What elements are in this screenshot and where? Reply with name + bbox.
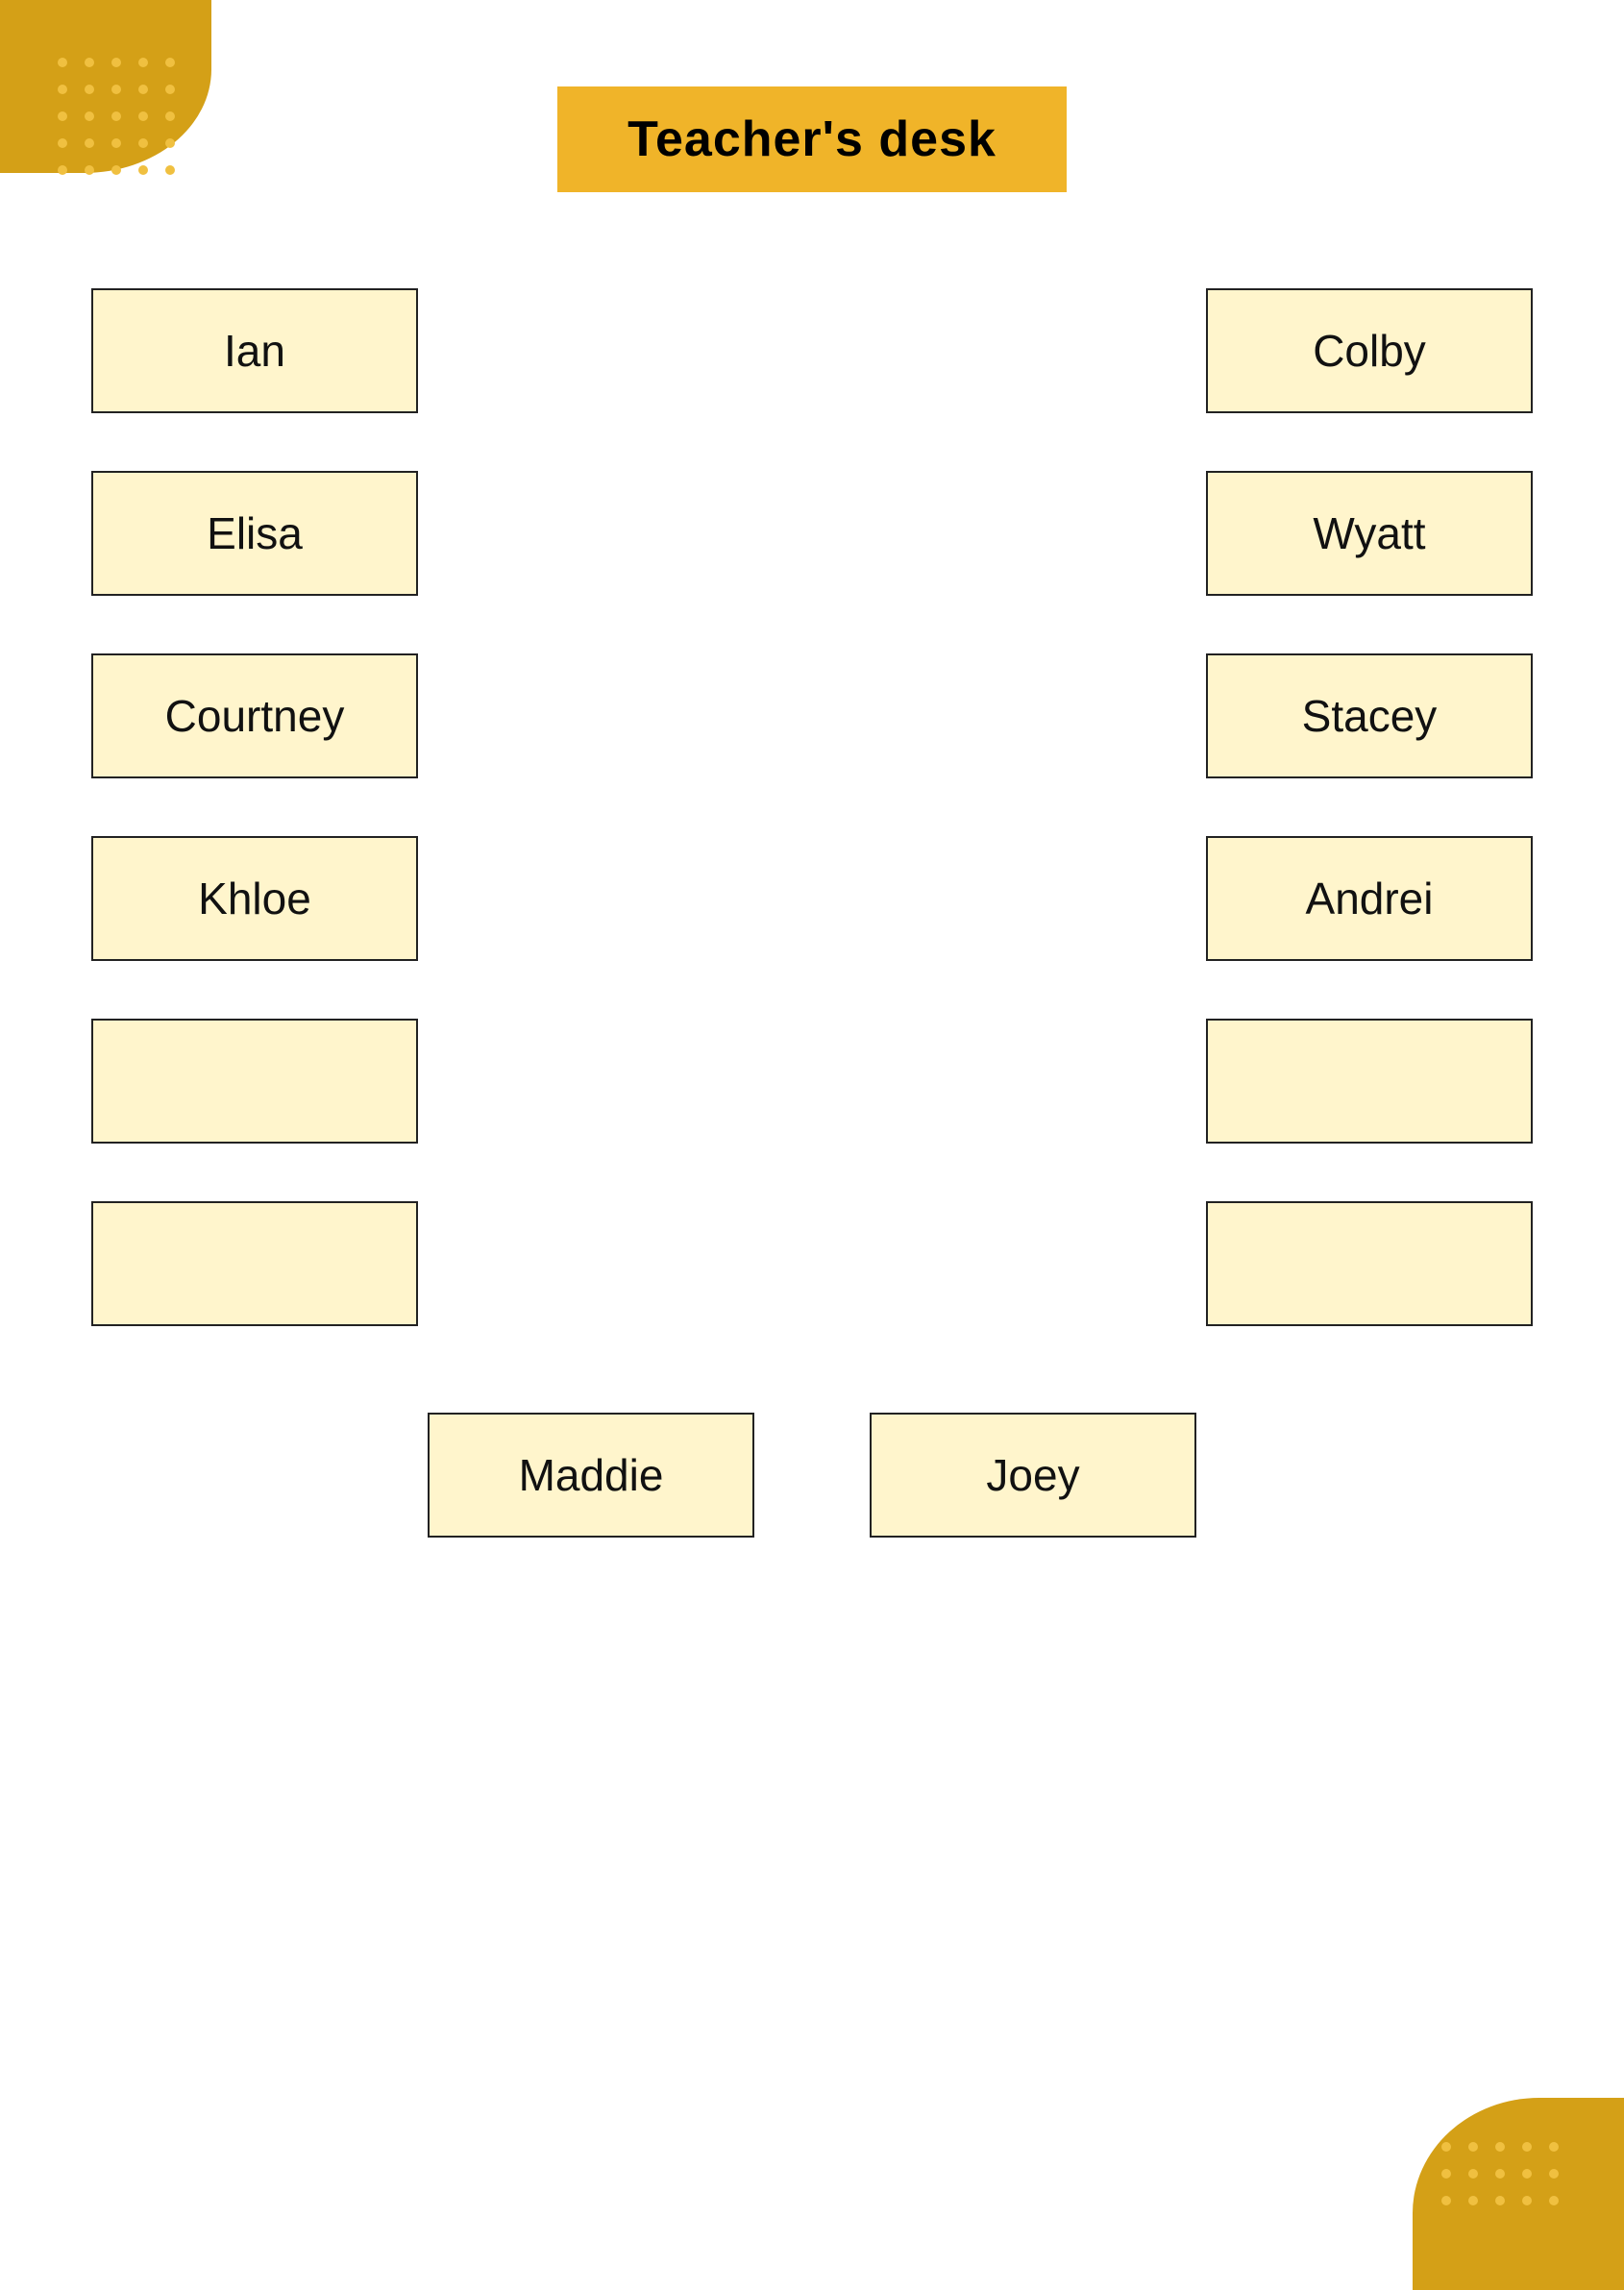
seat-elisa[interactable]: Elisa [91, 471, 418, 596]
seat-andrei[interactable]: Andrei [1206, 836, 1533, 961]
page-content: Teacher's desk Ian Colby Elisa Wyatt Cou… [0, 0, 1624, 1538]
bottom-right-dots [1441, 2142, 1566, 2213]
seat-khloe[interactable]: Khloe [91, 836, 418, 961]
seat-empty-left-1[interactable] [91, 1019, 418, 1144]
teachers-desk-label: Teacher's desk [627, 111, 997, 167]
seat-courtney[interactable]: Courtney [91, 653, 418, 778]
seat-colby[interactable]: Colby [1206, 288, 1533, 413]
seating-area: Ian Colby Elisa Wyatt Courtney Stacey [91, 288, 1533, 1538]
seat-ian[interactable]: Ian [91, 288, 418, 413]
seat-empty-right-1[interactable] [1206, 1019, 1533, 1144]
seat-row-2: Elisa Wyatt [91, 471, 1533, 596]
seat-wyatt[interactable]: Wyatt [1206, 471, 1533, 596]
seat-row-6 [91, 1201, 1533, 1326]
seat-row-4: Khloe Andrei [91, 836, 1533, 961]
seat-row-5 [91, 1019, 1533, 1144]
seat-empty-left-2[interactable] [91, 1201, 418, 1326]
seat-empty-right-2[interactable] [1206, 1201, 1533, 1326]
bottom-right-decoration [1374, 2040, 1624, 2290]
seat-row-3: Courtney Stacey [91, 653, 1533, 778]
teachers-desk-header: Teacher's desk [557, 86, 1067, 192]
bottom-row: Maddie Joey [91, 1413, 1533, 1538]
seat-joey[interactable]: Joey [870, 1413, 1196, 1538]
seat-maddie[interactable]: Maddie [428, 1413, 754, 1538]
seat-stacey[interactable]: Stacey [1206, 653, 1533, 778]
seat-row-1: Ian Colby [91, 288, 1533, 413]
